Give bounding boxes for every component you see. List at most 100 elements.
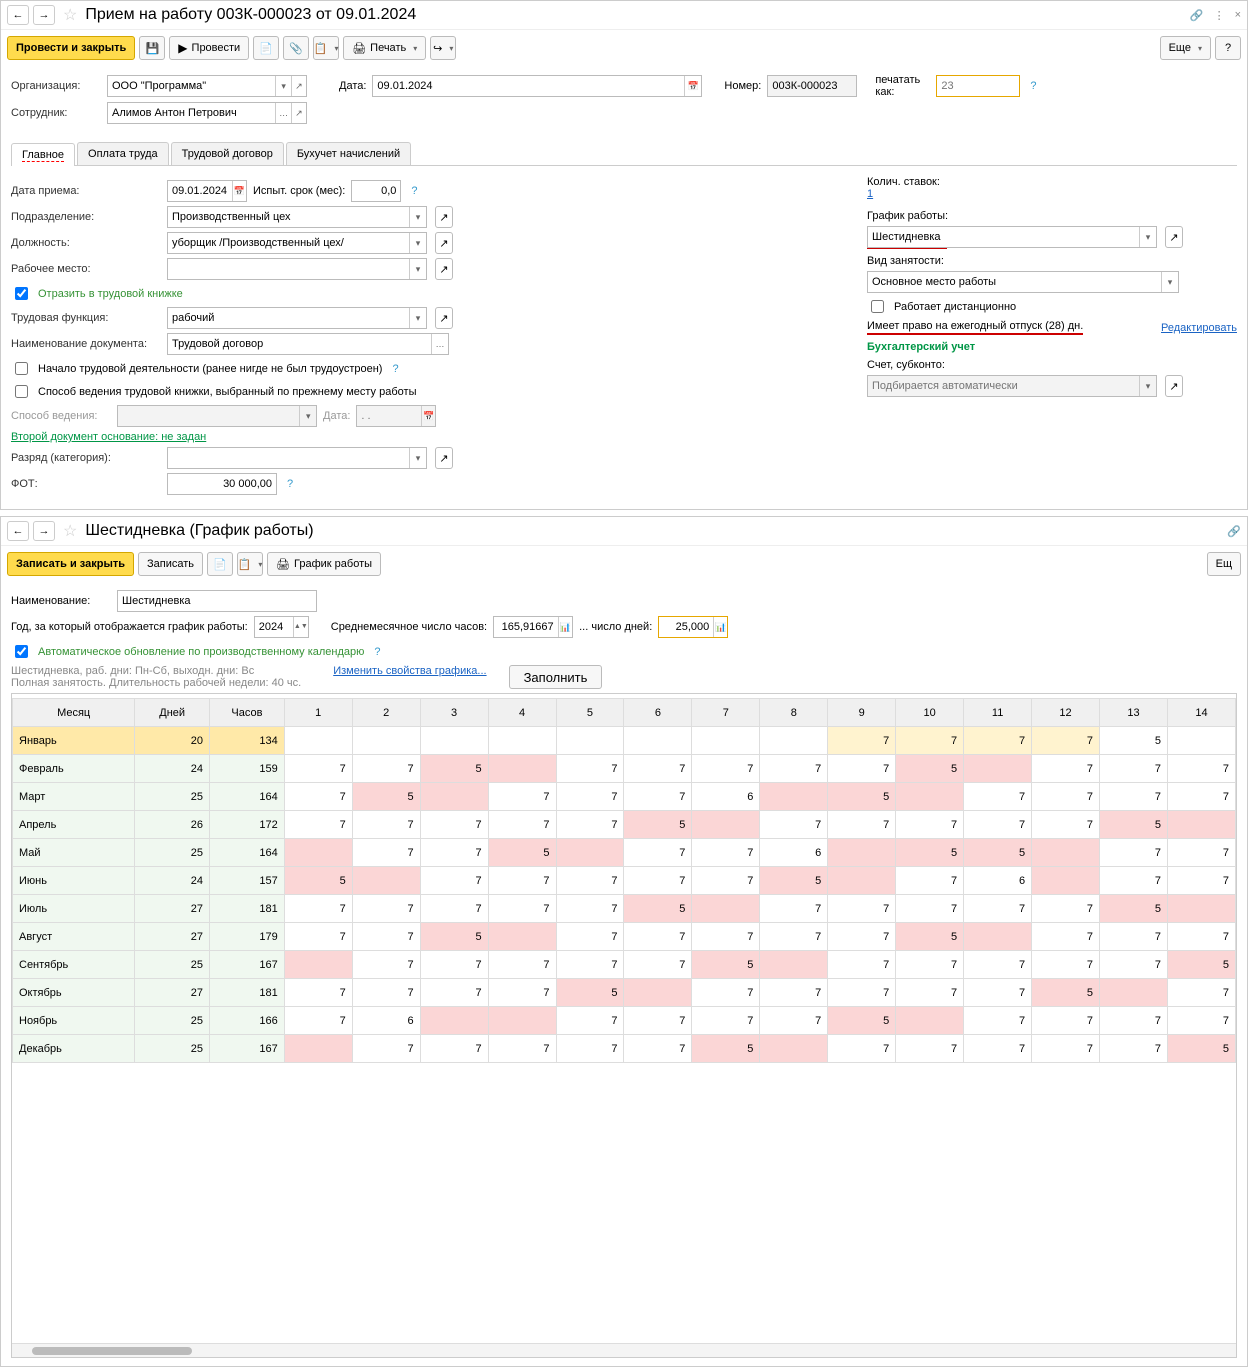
cal-cell[interactable] (896, 1007, 964, 1035)
cal-cell[interactable]: 7 (896, 727, 964, 755)
based-on-button[interactable]: 📄 (253, 36, 279, 60)
calendar-scroll[interactable]: МесяцДнейЧасов1234567891011121314 Январь… (11, 693, 1237, 1358)
cal-cell[interactable]: 7 (488, 895, 556, 923)
edit-leave-link[interactable]: Редактировать (1161, 322, 1237, 334)
cal-cell[interactable]: 7 (1032, 755, 1100, 783)
cal-cell[interactable]: 7 (964, 1007, 1032, 1035)
cal-cell[interactable]: 7 (352, 923, 420, 951)
first-job-help-icon[interactable]: ? (392, 363, 398, 375)
cal-cell[interactable]: 5 (964, 839, 1032, 867)
cal-cell[interactable]: 7 (1032, 727, 1100, 755)
cal-cell[interactable]: 7 (1167, 839, 1235, 867)
cal-month[interactable]: Август (13, 923, 135, 951)
horizontal-scrollbar[interactable] (12, 1343, 1236, 1357)
first-job-checkbox[interactable] (15, 362, 28, 375)
save-and-close-button[interactable]: Записать и закрыть (7, 552, 134, 576)
fill-button[interactable]: Заполнить (509, 665, 603, 689)
cal-cell[interactable] (692, 895, 760, 923)
link-icon[interactable]: 🔗 (1190, 9, 1204, 22)
cal-cell[interactable]: 5 (896, 755, 964, 783)
place-open-button[interactable]: ↗ (435, 258, 453, 280)
cal-cell[interactable] (1032, 867, 1100, 895)
cal-cell[interactable]: 7 (420, 811, 488, 839)
cal-cell[interactable] (692, 811, 760, 839)
cal-cell[interactable]: 7 (1100, 951, 1168, 979)
cal-cell[interactable]: 5 (1100, 727, 1168, 755)
close-icon[interactable]: × (1235, 9, 1241, 22)
func-open-button[interactable]: ↗ (435, 307, 453, 329)
cal-month[interactable]: Март (13, 783, 135, 811)
cal-cell[interactable] (1100, 979, 1168, 1007)
cal-cell[interactable]: 5 (692, 951, 760, 979)
cal-cell[interactable]: 7 (1100, 1035, 1168, 1063)
cal-cell[interactable]: 7 (828, 727, 896, 755)
cal-cell[interactable]: 7 (624, 839, 692, 867)
cal-cell[interactable]: 7 (352, 811, 420, 839)
grade-open-button[interactable]: ↗ (435, 447, 453, 469)
cal-cell[interactable] (624, 979, 692, 1007)
cal-cell[interactable]: 7 (760, 755, 828, 783)
schedule-open-button[interactable]: ↗ (1165, 226, 1183, 248)
cal-cell[interactable]: 7 (896, 811, 964, 839)
cal-cell[interactable]: 7 (352, 895, 420, 923)
cal-cell[interactable]: 7 (760, 923, 828, 951)
cal-cell[interactable] (760, 783, 828, 811)
cal-cell[interactable]: 5 (1032, 979, 1100, 1007)
cal-cell[interactable]: 5 (420, 755, 488, 783)
cal-cell[interactable]: 7 (1032, 783, 1100, 811)
org-input[interactable]: ▾↗ (107, 75, 307, 97)
cal-cell[interactable]: 7 (624, 867, 692, 895)
cal-cell[interactable]: 7 (420, 951, 488, 979)
print-button[interactable]: 🖨 Печать (343, 36, 426, 60)
cal-cell[interactable]: 5 (1167, 951, 1235, 979)
cal-cell[interactable]: 7 (1167, 1007, 1235, 1035)
cal-cell[interactable]: 7 (352, 951, 420, 979)
cal-cell[interactable] (624, 727, 692, 755)
cal-cell[interactable]: 7 (1100, 1007, 1168, 1035)
avg-hours-input[interactable]: 📊 (493, 616, 573, 638)
cal-month[interactable]: Апрель (13, 811, 135, 839)
cal-cell[interactable]: 7 (828, 951, 896, 979)
date-input[interactable]: 📅 (372, 75, 702, 97)
cal-cell[interactable]: 6 (692, 783, 760, 811)
cal-cell[interactable]: 7 (284, 979, 352, 1007)
nav-forward-button-2[interactable]: → (33, 521, 55, 541)
number-input[interactable] (767, 75, 857, 97)
cal-cell[interactable]: 7 (692, 1007, 760, 1035)
cal-cell[interactable]: 7 (828, 1035, 896, 1063)
name-input[interactable] (117, 590, 317, 612)
cal-cell[interactable]: 7 (896, 867, 964, 895)
auto-help-icon[interactable]: ? (374, 646, 380, 658)
cal-cell[interactable]: 7 (284, 895, 352, 923)
more-menu-icon[interactable]: ⋮ (1214, 9, 1225, 22)
cal-cell[interactable]: 7 (1100, 867, 1168, 895)
cal-month[interactable]: Декабрь (13, 1035, 135, 1063)
prev-mode-checkbox[interactable] (15, 385, 28, 398)
cal-cell[interactable]: 7 (556, 755, 624, 783)
workbook-checkbox[interactable] (15, 287, 28, 300)
cal-cell[interactable] (1167, 811, 1235, 839)
dept-open-button[interactable]: ↗ (435, 206, 453, 228)
cal-month[interactable]: Ноябрь (13, 1007, 135, 1035)
cal-cell[interactable]: 7 (624, 951, 692, 979)
cal-cell[interactable]: 7 (1032, 811, 1100, 839)
avg-days-input[interactable]: 📊 (658, 616, 728, 638)
cal-cell[interactable]: 7 (352, 755, 420, 783)
cal-cell[interactable]: 7 (964, 783, 1032, 811)
cal-cell[interactable]: 7 (760, 811, 828, 839)
cal-cell[interactable]: 7 (556, 1035, 624, 1063)
cal-month[interactable]: Февраль (13, 755, 135, 783)
doc-button[interactable]: 📄 (207, 552, 233, 576)
cal-cell[interactable] (964, 923, 1032, 951)
copy-menu-button-2[interactable]: 📋 (237, 552, 263, 576)
cal-cell[interactable] (760, 727, 828, 755)
dept-input[interactable]: ▾ (167, 206, 427, 228)
cal-cell[interactable]: 7 (964, 979, 1032, 1007)
cal-month[interactable]: Октябрь (13, 979, 135, 1007)
cal-cell[interactable]: 7 (624, 755, 692, 783)
cal-cell[interactable] (556, 727, 624, 755)
cal-cell[interactable]: 6 (352, 1007, 420, 1035)
schedule-report-button[interactable]: 🖨 График работы (267, 552, 381, 576)
cal-cell[interactable]: 7 (964, 895, 1032, 923)
cal-cell[interactable]: 7 (896, 979, 964, 1007)
